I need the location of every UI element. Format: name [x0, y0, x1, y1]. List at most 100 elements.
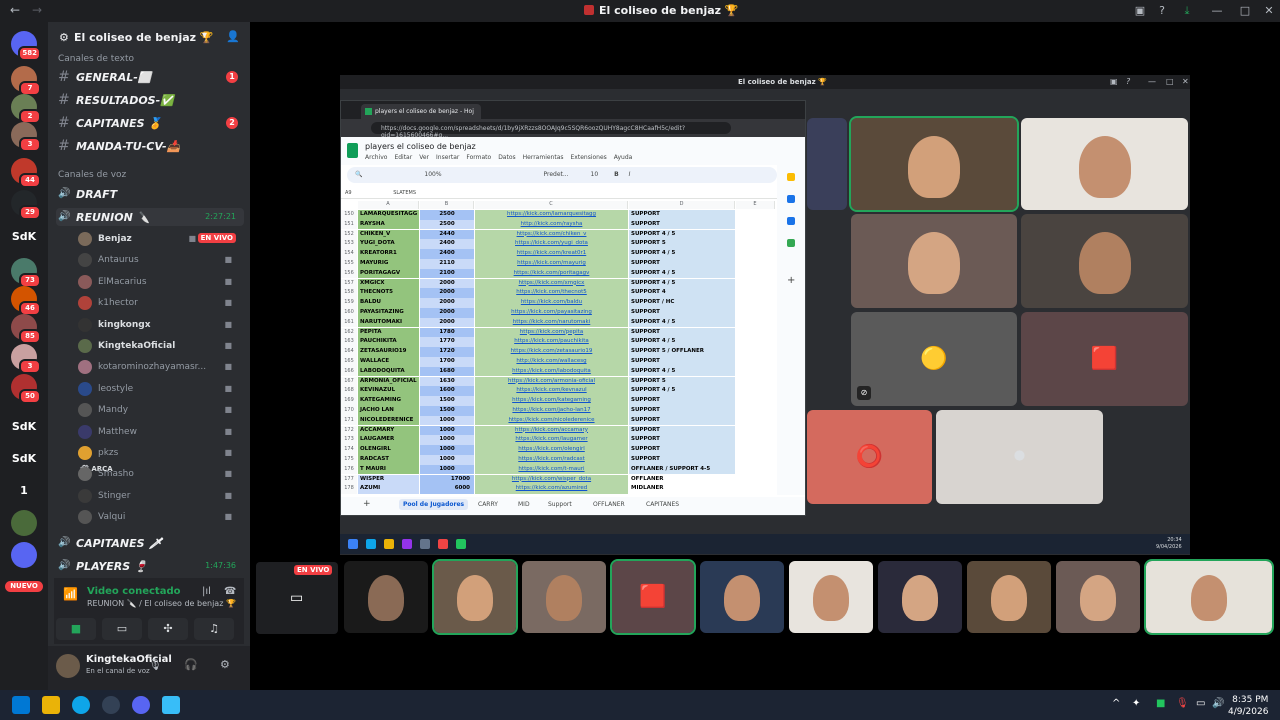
- headphones-icon[interactable]: 🎧: [184, 658, 198, 671]
- voice-location[interactable]: REUNION 🔪 / El coliseo de benjaz 🏆: [87, 599, 236, 608]
- role-cell[interactable]: SUPPORT: [629, 396, 735, 406]
- row-number[interactable]: 158: [341, 288, 357, 299]
- sheet-tab[interactable]: CAPITANES: [646, 501, 679, 508]
- menu-item[interactable]: Ver: [419, 154, 429, 161]
- row-number[interactable]: 170: [341, 406, 357, 416]
- player-name-cell[interactable]: XMGICX: [358, 278, 419, 289]
- stream-link-cell[interactable]: https://kick.com/payasitazing: [475, 308, 628, 318]
- stream-link-cell[interactable]: https://kick.com/pauchikita: [475, 337, 628, 348]
- video-tile[interactable]: [1021, 118, 1188, 210]
- player-name-cell[interactable]: PEPITA: [358, 327, 419, 338]
- text-channel[interactable]: # GENERAL-⬜ 1: [56, 68, 244, 86]
- file-explorer-icon[interactable]: [42, 696, 60, 714]
- mmr-cell[interactable]: 1630: [420, 376, 474, 387]
- mmr-cell[interactable]: 1000: [420, 415, 474, 426]
- guild-header[interactable]: ⚙ El coliseo de benjaz 🏆 ▾ 👤: [48, 22, 250, 54]
- player-name-cell[interactable]: WISPER: [358, 474, 419, 485]
- player-name-cell[interactable]: T MAURI: [358, 464, 419, 475]
- stream-link-cell[interactable]: https://kick.com/t-mauri: [475, 464, 628, 475]
- server-icon[interactable]: 73: [11, 258, 41, 288]
- video-tile[interactable]: [522, 561, 606, 633]
- mmr-cell[interactable]: 2000: [420, 278, 474, 289]
- player-name-cell[interactable]: WALLACE: [358, 357, 419, 367]
- player-name-cell[interactable]: ZETASAURIO19: [358, 347, 419, 357]
- player-name-cell[interactable]: CHIKEN_V: [358, 229, 419, 240]
- row-number[interactable]: 161: [341, 317, 357, 328]
- mmr-cell[interactable]: 1780: [420, 327, 474, 338]
- menu-item[interactable]: Ayuda: [614, 154, 633, 161]
- chevron-down-icon[interactable]: ▾: [202, 30, 207, 41]
- role-cell[interactable]: OFFLANER: [629, 474, 735, 485]
- video-tile[interactable]: [967, 561, 1051, 633]
- voice-member[interactable]: ElMacarius ■: [76, 272, 244, 292]
- stream-link-cell[interactable]: https://kick.com/mayurig: [475, 259, 628, 269]
- row-number[interactable]: 163: [341, 337, 357, 348]
- stream-link-cell[interactable]: https://kick.com/kategaming: [475, 396, 628, 406]
- edge-icon[interactable]: [72, 696, 90, 714]
- sheet-tab[interactable]: OFFLANER: [593, 501, 625, 508]
- player-name-cell[interactable]: PORITAGAGV: [358, 268, 419, 279]
- minimize-icon[interactable]: —: [1210, 4, 1224, 18]
- mmr-cell[interactable]: 2440: [420, 229, 474, 240]
- voice-member[interactable]: kotarominozhayamasr... ■: [76, 357, 244, 377]
- role-cell[interactable]: SUPPORT: [629, 327, 735, 338]
- role-cell[interactable]: SUPPORT 5 / OFFLANER: [629, 347, 735, 357]
- font-size-field[interactable]: 10: [591, 171, 599, 178]
- mmr-cell[interactable]: 1700: [420, 357, 474, 367]
- mmr-cell[interactable]: 1500: [420, 406, 474, 416]
- role-cell[interactable]: SUPPORT: [629, 435, 735, 446]
- player-name-cell[interactable]: KATEGAMING: [358, 396, 419, 406]
- mmr-cell[interactable]: 1000: [420, 455, 474, 465]
- server-icon[interactable]: SdK: [11, 414, 37, 440]
- video-tile[interactable]: [849, 116, 1019, 212]
- text-category-label[interactable]: Canales de texto: [58, 54, 134, 64]
- search-icon[interactable]: 🔍: [355, 171, 362, 178]
- role-cell[interactable]: SUPPORT / HC: [629, 298, 735, 308]
- stream-link-cell[interactable]: https://kick.com/kevnazul: [475, 386, 628, 397]
- row-number[interactable]: 156: [341, 268, 357, 279]
- voice-member[interactable]: k1hector ■: [76, 293, 244, 313]
- add-sheet-icon[interactable]: +: [363, 499, 371, 509]
- server-icon[interactable]: 3: [11, 344, 41, 374]
- avatar[interactable]: [56, 654, 80, 678]
- role-cell[interactable]: SUPPORT 4 / 5: [629, 386, 735, 397]
- menu-item[interactable]: Formato: [466, 154, 491, 161]
- forward-arrow-icon[interactable]: →: [32, 3, 42, 17]
- row-number[interactable]: 172: [341, 425, 357, 436]
- server-icon[interactable]: 2: [11, 94, 41, 124]
- row-number[interactable]: 151: [341, 219, 357, 230]
- server-icon[interactable]: [11, 542, 37, 568]
- add-icon[interactable]: +: [787, 275, 795, 286]
- voice-member[interactable]: Antaurus ■: [76, 250, 244, 270]
- voice-channel[interactable]: 🔊 REUNION 🔪 2:27:21: [56, 208, 244, 226]
- text-channel[interactable]: # MANDA-TU-CV-📥: [56, 137, 244, 155]
- role-cell[interactable]: SUPPORT 4 / 5: [629, 268, 735, 279]
- gear-icon[interactable]: ⚙: [220, 658, 230, 671]
- activities-button[interactable]: ✣: [148, 618, 188, 640]
- voice-member[interactable]: Matthew ■: [76, 422, 244, 442]
- voice-member[interactable]: Valqui ■: [76, 507, 244, 527]
- voice-member[interactable]: Smasho 🛠 ARCA ■: [76, 464, 244, 484]
- stream-link-cell[interactable]: https://kick.com/nicolederenice: [475, 415, 628, 426]
- soundboard-button[interactable]: ♫: [194, 618, 234, 640]
- sheet-tab[interactable]: MID: [518, 501, 530, 508]
- stream-link-cell[interactable]: https://kick.com/azumired: [475, 484, 628, 495]
- voice-member[interactable]: Benjaz EN VIVO ■: [76, 229, 244, 249]
- voice-member[interactable]: pkzs ■: [76, 443, 244, 463]
- row-number[interactable]: 167: [341, 376, 357, 387]
- stream-link-cell[interactable]: https://kick.com/olengirl: [475, 445, 628, 455]
- row-number[interactable]: 165: [341, 357, 357, 367]
- notepad-icon[interactable]: [162, 696, 180, 714]
- voice-status[interactable]: Video conectado: [87, 586, 180, 597]
- stream-link-cell[interactable]: https://kick.com/thecnot5: [475, 288, 628, 299]
- stream-link-cell[interactable]: https://kick.com/narutomaki: [475, 317, 628, 328]
- text-channel[interactable]: # CAPITANES 🏅 2: [56, 114, 244, 132]
- server-icon[interactable]: 29: [11, 190, 41, 220]
- sheet-tab[interactable]: Support: [548, 501, 572, 508]
- stream-link-cell[interactable]: https://kick.com/xmgicx: [475, 278, 628, 289]
- mmr-cell[interactable]: 2000: [420, 288, 474, 299]
- player-name-cell[interactable]: JACHO LAN: [358, 406, 419, 416]
- video-tile[interactable]: [432, 559, 518, 635]
- row-number[interactable]: 178: [341, 484, 357, 495]
- stream-link-cell[interactable]: https://kick.com/accamary: [475, 425, 628, 436]
